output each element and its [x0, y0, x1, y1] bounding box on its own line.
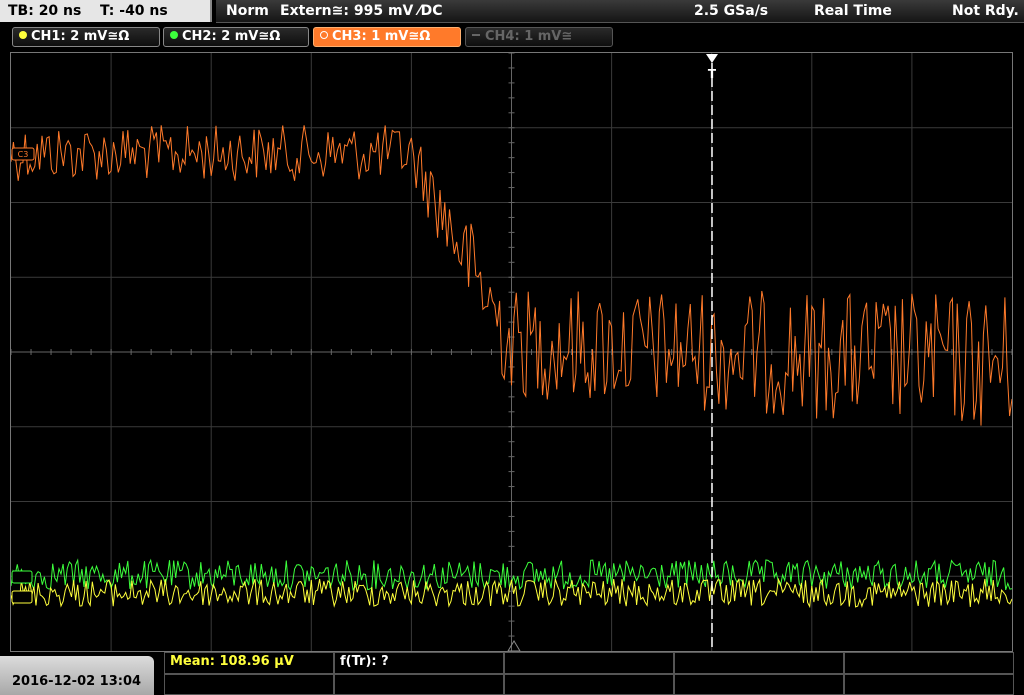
waveform-plot[interactable]: T C3 — [11, 53, 1012, 651]
sample-rate: 2.5 GSa/s — [694, 3, 769, 19]
meas-cell[interactable] — [674, 652, 844, 674]
channel-1-label: CH1: 2 mV≅Ω — [31, 29, 130, 44]
datetime-label: 2016-12-02 13:04 — [12, 674, 142, 689]
acquisition-mode: Real Time — [814, 3, 892, 19]
channel-4-button[interactable]: CH4: 1 mV≅ — [465, 27, 613, 47]
trigger-mode[interactable]: Norm — [226, 3, 269, 19]
meas-cell[interactable] — [504, 674, 674, 695]
datetime-box[interactable]: 2016-12-02 13:04 — [0, 656, 154, 695]
meas-cell[interactable] — [334, 674, 504, 695]
trigger-position-label: T: -40 ns — [100, 3, 168, 19]
channel-1-dot-icon — [19, 31, 27, 39]
channel-2-dot-icon — [170, 31, 178, 39]
timebase-label: TB: 20 ns — [8, 3, 82, 19]
waveform-display[interactable]: T C3 — [10, 52, 1013, 652]
status-bar: TB: 20 ns T: -40 ns Norm Extern≅: 995 mV… — [0, 0, 1024, 23]
ftr-measurement: f(Tr): ? — [340, 654, 389, 669]
channel-4-dash-icon — [472, 34, 480, 36]
timebase-box[interactable]: TB: 20 ns T: -40 ns — [0, 0, 212, 22]
channel-3-button[interactable]: CH3: 1 mV≅Ω — [313, 27, 461, 47]
measurement-grid: Mean: 108.96 μV f(Tr): ? — [164, 652, 1014, 695]
meas-cell[interactable] — [504, 652, 674, 674]
trigger-source[interactable]: Extern≅: 995 mV ⁄DC — [280, 3, 442, 19]
channel-bar: CH1: 2 mV≅Ω CH2: 2 mV≅Ω CH3: 1 mV≅Ω CH4:… — [0, 23, 1024, 49]
ch1-offset-marker[interactable] — [11, 590, 33, 604]
ch3-offset-marker[interactable]: C3 — [11, 147, 35, 161]
meas-cell[interactable] — [164, 674, 334, 695]
channel-4-label: CH4: 1 mV≅ — [485, 29, 573, 44]
ch2-offset-marker[interactable] — [11, 570, 33, 584]
trigger-marker: T — [708, 67, 717, 81]
measurement-bar: 2016-12-02 13:04 Mean: 108.96 μV f(Tr): … — [0, 652, 1024, 695]
mean-measurement: Mean: 108.96 μV — [170, 654, 294, 669]
trigger-arrow-icon[interactable] — [706, 54, 718, 63]
meas-cell[interactable] — [844, 652, 1014, 674]
center-marker-icon — [507, 640, 521, 651]
meas-cell[interactable] — [844, 674, 1014, 695]
ch3-marker-label: C3 — [18, 150, 29, 159]
channel-3-dot-icon — [320, 31, 328, 39]
acquisition-status: Not Rdy. — [952, 3, 1019, 19]
graticule — [11, 53, 1012, 651]
channel-1-button[interactable]: CH1: 2 mV≅Ω — [12, 27, 160, 47]
channel-2-label: CH2: 2 mV≅Ω — [182, 29, 281, 44]
channel-3-label: CH3: 1 mV≅Ω — [332, 29, 431, 44]
meas-cell[interactable] — [674, 674, 844, 695]
channel-2-button[interactable]: CH2: 2 mV≅Ω — [163, 27, 309, 47]
